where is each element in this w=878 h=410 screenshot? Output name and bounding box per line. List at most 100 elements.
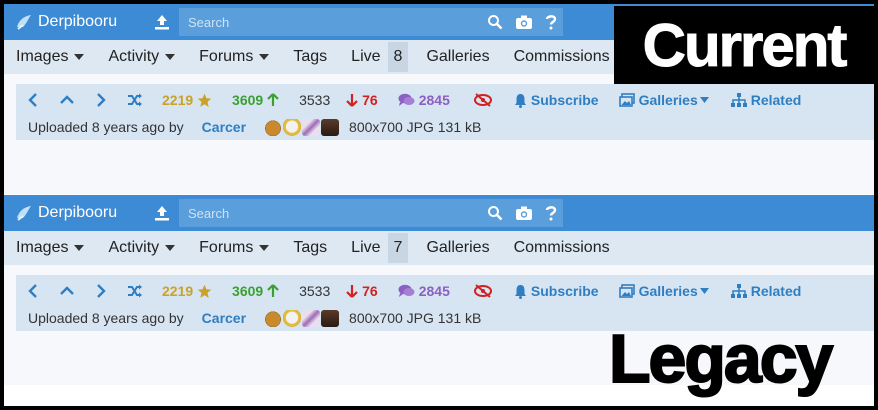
caret-down-icon [699, 288, 709, 294]
nav-label: Activity [108, 239, 160, 256]
caret-down-icon [74, 245, 85, 251]
search-input[interactable] [179, 14, 469, 30]
arrow-down-icon [346, 94, 359, 107]
nav-commissions[interactable]: Commissions [514, 48, 610, 66]
upvote-button[interactable]: 3609 [232, 92, 279, 108]
chevron-right-icon[interactable] [84, 93, 118, 107]
comment-count: 2845 [418, 92, 450, 108]
galleries-dropdown[interactable]: Galleries [618, 283, 709, 299]
nav-label: Live [351, 48, 381, 65]
nav-images[interactable]: Images [16, 48, 85, 66]
chevron-left-icon[interactable] [16, 284, 50, 298]
downvote-count: 76 [362, 283, 378, 299]
upload-button[interactable] [144, 204, 180, 222]
uploaded-text: Uploaded 8 years ago by [28, 310, 184, 326]
galleries-label: Galleries [638, 283, 698, 299]
nav-tags[interactable]: Tags [293, 239, 327, 257]
eye-slash-icon[interactable] [473, 284, 492, 298]
images-icon [618, 93, 635, 107]
caret-down-icon [165, 245, 176, 251]
star-icon [197, 284, 212, 298]
uploader-link[interactable]: Carcer [202, 119, 246, 135]
galleries-label: Galleries [638, 92, 698, 108]
nav-forums[interactable]: Forums [199, 48, 270, 66]
nav-activity[interactable]: Activity [108, 239, 176, 257]
nav-label: Activity [108, 48, 160, 65]
nav-live[interactable]: Live [351, 48, 380, 66]
nav-activity[interactable]: Activity [108, 48, 176, 66]
downvote-button[interactable]: 76 [346, 92, 378, 108]
site-logo[interactable]: Derpibooru [4, 12, 144, 32]
nav-images[interactable]: Images [16, 239, 85, 257]
badge-icon [264, 309, 283, 327]
badge-icon [321, 118, 340, 136]
camera-icon[interactable] [515, 205, 533, 221]
search-icon[interactable] [487, 205, 503, 221]
comments-button[interactable]: 2845 [398, 283, 450, 299]
fave-count: 2219 [162, 92, 194, 108]
chevron-up-icon[interactable] [50, 95, 84, 105]
fave-button[interactable]: 2219 [162, 283, 212, 299]
caret-down-icon [699, 97, 709, 103]
chevron-left-icon[interactable] [16, 93, 50, 107]
images-icon [618, 284, 635, 298]
nav-label: Galleries [426, 239, 490, 256]
comments-icon [398, 284, 415, 297]
nav-galleries[interactable]: Galleries [426, 239, 489, 257]
nav-label: Commissions [513, 239, 610, 256]
uploader-link[interactable]: Carcer [202, 310, 246, 326]
logo-icon [17, 206, 31, 221]
star-icon [197, 93, 212, 107]
search-input[interactable] [179, 205, 469, 221]
search-box [179, 199, 563, 227]
nav-commissions[interactable]: Commissions [514, 239, 610, 257]
related-button[interactable]: Related [730, 92, 801, 108]
badge-icon [302, 118, 321, 136]
caret-down-icon [259, 245, 270, 251]
nav-tags[interactable]: Tags [293, 48, 327, 66]
subscribe-button[interactable]: Subscribe [514, 283, 599, 299]
subscribe-button[interactable]: Subscribe [514, 92, 599, 108]
badge-icon [321, 309, 340, 327]
shuffle-icon[interactable] [118, 93, 152, 107]
user-badges [264, 118, 340, 136]
camera-icon[interactable] [515, 14, 533, 30]
site-logo[interactable]: Derpibooru [4, 203, 144, 223]
help-icon[interactable] [545, 14, 557, 30]
nav-forums[interactable]: Forums [199, 239, 270, 257]
subscribe-label: Subscribe [530, 283, 599, 299]
caption-legacy: Legacy [608, 320, 834, 398]
nav-label: Images [16, 239, 69, 256]
chevron-right-icon[interactable] [84, 284, 118, 298]
eye-slash-icon[interactable] [473, 93, 492, 107]
fave-count: 2219 [162, 283, 194, 299]
arrow-up-icon [267, 284, 279, 297]
site-name: Derpibooru [38, 13, 118, 30]
help-icon[interactable] [545, 205, 557, 221]
nav-galleries[interactable]: Galleries [426, 48, 489, 66]
fave-button[interactable]: 2219 [162, 92, 212, 108]
nav-label: Forums [199, 48, 254, 65]
image-metabar: 2219 3609 3533 76 2845 Subscribe Galleri… [16, 84, 874, 140]
related-button[interactable]: Related [730, 283, 801, 299]
caption-current: Current [614, 6, 874, 84]
upvote-button[interactable]: 3609 [232, 283, 279, 299]
score-value: 3533 [299, 283, 331, 299]
galleries-dropdown[interactable]: Galleries [618, 92, 709, 108]
upload-button[interactable] [144, 13, 180, 31]
comments-button[interactable]: 2845 [398, 92, 450, 108]
chevron-up-icon[interactable] [50, 286, 84, 296]
nav-label: Live [351, 239, 381, 256]
badge-icon [283, 309, 302, 327]
live-count-badge: 7 [387, 233, 409, 263]
search-icon[interactable] [487, 14, 503, 30]
upvote-count: 3609 [232, 283, 264, 299]
shuffle-icon[interactable] [118, 284, 152, 298]
upload-icon [155, 15, 169, 30]
comparison-frame: Derpibooru Images Activity Forums Tags L… [4, 4, 874, 406]
nav-label: Tags [293, 239, 328, 256]
badge-icon [283, 118, 302, 136]
downvote-button[interactable]: 76 [346, 283, 378, 299]
sitemap-icon [730, 284, 747, 298]
nav-live[interactable]: Live [351, 239, 380, 257]
